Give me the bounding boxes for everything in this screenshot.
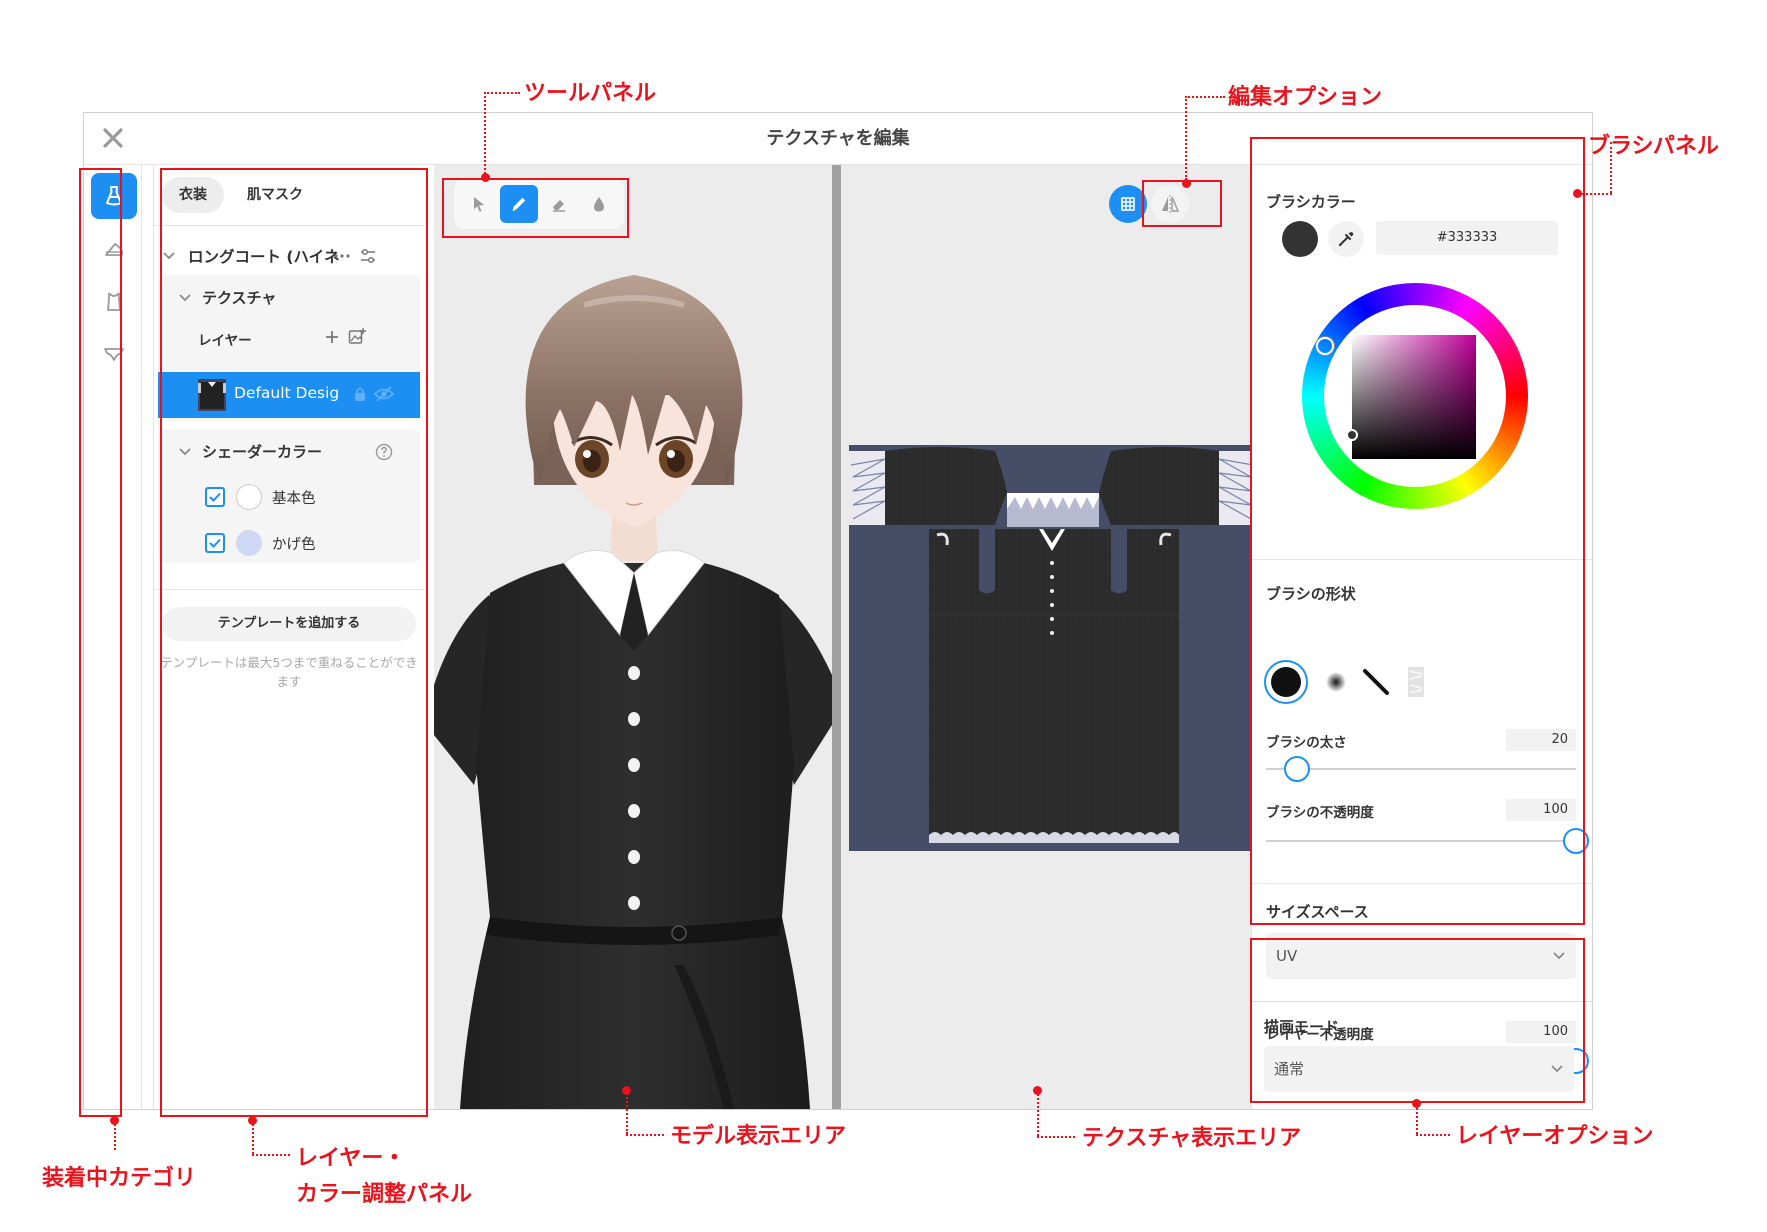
annotation-layer-color-line1: レイヤー・ xyxy=(296,1146,406,1171)
annotation-tool-panel: ツールパネル xyxy=(524,81,657,106)
annotation-box-edit-options xyxy=(1142,180,1222,227)
annotation-leader xyxy=(114,1120,116,1150)
annotation-leader xyxy=(1037,1136,1075,1138)
annotation-brush-panel: ブラシパネル xyxy=(1588,134,1719,159)
viewport-splitter[interactable] xyxy=(832,165,841,1109)
model-viewport[interactable] xyxy=(434,165,832,1109)
annotation-leader xyxy=(1185,96,1225,98)
annotation-leader xyxy=(1416,1103,1418,1134)
annotation-leader xyxy=(1578,193,1612,195)
annotation-texture-area: テクスチャ表示エリア xyxy=(1082,1126,1302,1151)
annotation-leader xyxy=(484,92,520,94)
annotation-leader xyxy=(252,1154,290,1156)
annotation-edit-options: 編集オプション xyxy=(1228,85,1383,110)
annotation-dot xyxy=(1182,179,1191,188)
annotation-leader xyxy=(1185,96,1187,180)
annotation-leader xyxy=(626,1090,628,1134)
avatar-model xyxy=(434,275,832,1109)
grid-icon xyxy=(1121,197,1135,211)
annotation-leader xyxy=(1037,1090,1039,1136)
annotation-leader xyxy=(484,92,486,174)
annotation-category: 装着中カテゴリ xyxy=(42,1166,197,1191)
texture-canvas[interactable] xyxy=(849,445,1251,851)
annotation-box-category xyxy=(79,168,122,1117)
annotation-leader xyxy=(1416,1134,1450,1136)
annotation-box-brush-panel xyxy=(1250,137,1585,925)
annotation-box-layer-panel xyxy=(160,168,428,1117)
annotation-layer-color-line2: カラー調整パネル xyxy=(296,1182,473,1207)
annotation-leader xyxy=(252,1120,254,1154)
annotation-box-layer-options xyxy=(1250,938,1585,1103)
annotation-box-tool-panel xyxy=(442,178,629,238)
annotation-dot xyxy=(481,173,490,182)
annotation-model-area: モデル表示エリア xyxy=(670,1124,847,1149)
annotation-layer-options: レイヤーオプション xyxy=(1456,1124,1654,1149)
texture-viewport[interactable] xyxy=(841,165,1251,1109)
sidebar-gutter xyxy=(142,165,154,1109)
annotation-leader xyxy=(626,1134,664,1136)
